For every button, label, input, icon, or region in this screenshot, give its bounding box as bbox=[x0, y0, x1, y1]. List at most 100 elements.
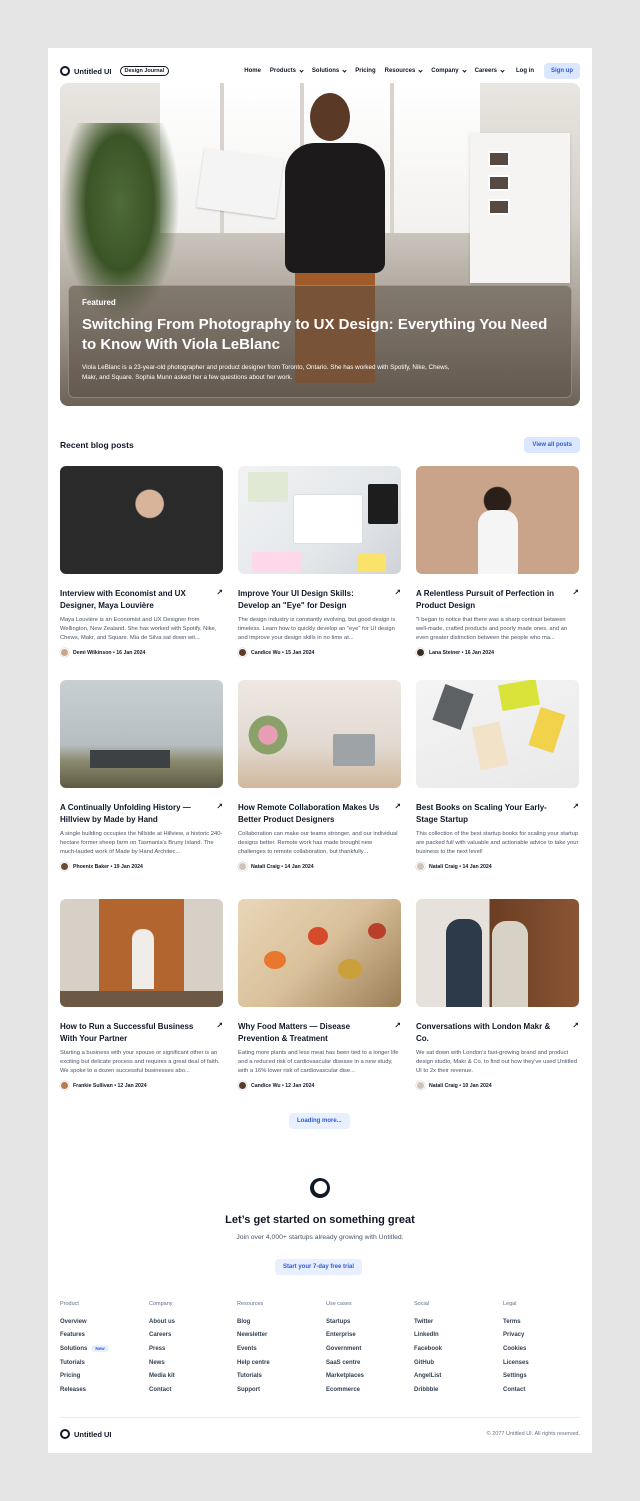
blog-card[interactable]: Conversations with London Makr & Co. ↗ We… bbox=[416, 899, 579, 1090]
blog-card[interactable]: How Remote Collaboration Makes Us Better… bbox=[238, 680, 401, 871]
thumb-block bbox=[368, 484, 398, 524]
blog-card[interactable]: Why Food Matters — Disease Prevention & … bbox=[238, 899, 401, 1090]
footer-link[interactable]: Twitter bbox=[414, 1315, 442, 1329]
footer-link[interactable]: Releases bbox=[60, 1383, 109, 1397]
footer-link[interactable]: LinkedIn bbox=[414, 1329, 442, 1343]
post-author-date: Frankie Sullivan • 12 Jan 2024 bbox=[73, 1082, 147, 1089]
nav-home[interactable]: Home bbox=[244, 68, 261, 74]
footer-heading: Product bbox=[60, 1301, 79, 1307]
blog-card[interactable]: A Relentless Pursuit of Perfection in Pr… bbox=[416, 466, 579, 657]
blog-card[interactable]: Best Books on Scaling Your Early-Stage S… bbox=[416, 680, 579, 871]
blog-card[interactable]: Interview with Economist and UX Designer… bbox=[60, 466, 223, 657]
footer-link[interactable]: Startups bbox=[326, 1315, 364, 1329]
post-title[interactable]: Why Food Matters — Disease Prevention & … bbox=[238, 1021, 386, 1045]
arrow-up-right-icon[interactable]: ↗ bbox=[216, 1021, 223, 1045]
load-more-button[interactable]: Loading more... bbox=[289, 1113, 350, 1129]
footer-link[interactable]: Settings bbox=[503, 1369, 529, 1383]
post-title[interactable]: Conversations with London Makr & Co. bbox=[416, 1021, 564, 1045]
hero-title[interactable]: Switching From Photography to UX Design:… bbox=[82, 315, 558, 355]
view-all-posts-button[interactable]: View all posts bbox=[524, 437, 580, 453]
nav-products[interactable]: Products bbox=[270, 67, 304, 74]
post-title[interactable]: Interview with Economist and UX Designer… bbox=[60, 588, 208, 612]
footer-link[interactable]: Tutorials bbox=[60, 1356, 109, 1370]
avatar bbox=[416, 862, 425, 871]
footer-link[interactable]: Privacy bbox=[503, 1329, 529, 1343]
post-title[interactable]: Best Books on Scaling Your Early-Stage S… bbox=[416, 802, 564, 826]
footer-link[interactable]: AngelList bbox=[414, 1369, 442, 1383]
footer-link[interactable]: News bbox=[149, 1356, 175, 1370]
post-title[interactable]: How Remote Collaboration Makes Us Better… bbox=[238, 802, 386, 826]
blog-card[interactable]: A Continually Unfolding History — Hillvi… bbox=[60, 680, 223, 871]
footer-link[interactable]: Support bbox=[237, 1383, 270, 1397]
arrow-up-right-icon[interactable]: ↗ bbox=[394, 588, 401, 612]
footer-link[interactable]: Solutions New bbox=[60, 1342, 109, 1356]
footer-link[interactable]: Newsletter bbox=[237, 1329, 270, 1343]
avatar bbox=[60, 862, 69, 871]
brand-logo[interactable]: Untitled UI Design Journal bbox=[60, 66, 170, 76]
post-thumbnail bbox=[238, 899, 401, 1007]
avatar bbox=[238, 862, 247, 871]
footer-link[interactable]: Terms bbox=[503, 1315, 529, 1329]
nav-company[interactable]: Company bbox=[431, 67, 467, 74]
arrow-up-right-icon[interactable]: ↗ bbox=[572, 588, 579, 612]
post-title[interactable]: A Relentless Pursuit of Perfection in Pr… bbox=[416, 588, 564, 612]
footer-link[interactable]: GitHub bbox=[414, 1356, 442, 1370]
footer-link[interactable]: Media kit bbox=[149, 1369, 175, 1383]
footer-link[interactable]: Events bbox=[237, 1342, 270, 1356]
avatar bbox=[416, 1081, 425, 1090]
arrow-up-right-icon[interactable]: ↗ bbox=[216, 802, 223, 826]
post-excerpt: Starting a business with your spouse or … bbox=[60, 1050, 220, 1074]
footer-link[interactable]: Ecommerce bbox=[326, 1383, 364, 1397]
signup-button[interactable]: Sign up bbox=[544, 63, 580, 79]
post-title[interactable]: A Continually Unfolding History — Hillvi… bbox=[60, 802, 208, 826]
footer-link[interactable]: Help centre bbox=[237, 1356, 270, 1370]
footer-link[interactable]: Cookies bbox=[503, 1342, 529, 1356]
featured-post-hero[interactable]: Featured Switching From Photography to U… bbox=[60, 83, 580, 406]
blog-card[interactable]: How to Run a Successful Business With Yo… bbox=[60, 899, 223, 1090]
footer-link[interactable]: Blog bbox=[237, 1315, 270, 1329]
thumb-block bbox=[492, 921, 528, 1007]
footer-link[interactable]: Contact bbox=[503, 1383, 529, 1397]
post-thumbnail bbox=[416, 466, 579, 574]
post-title[interactable]: How to Run a Successful Business With Yo… bbox=[60, 1021, 208, 1045]
start-trial-button[interactable]: Start your 7-day free trial bbox=[275, 1259, 363, 1275]
arrow-up-right-icon[interactable]: ↗ bbox=[394, 802, 401, 826]
footer-link[interactable]: Marketplaces bbox=[326, 1369, 364, 1383]
thumb-block bbox=[252, 552, 302, 572]
footer-link[interactable]: Press bbox=[149, 1342, 175, 1356]
thumb-block bbox=[333, 734, 375, 766]
footer-link[interactable]: Enterprise bbox=[326, 1329, 364, 1343]
nav-company-label: Company bbox=[431, 68, 459, 74]
footer-link[interactable]: SaaS centre bbox=[326, 1356, 364, 1370]
footer-link[interactable]: About us bbox=[149, 1315, 175, 1329]
footer-logo[interactable]: Untitled UI bbox=[60, 1429, 112, 1439]
blog-card[interactable]: Improve Your UI Design Skills: Develop a… bbox=[238, 466, 401, 657]
nav-resources[interactable]: Resources bbox=[385, 67, 423, 74]
nav-careers[interactable]: Careers bbox=[475, 67, 505, 74]
thumb-block bbox=[478, 510, 518, 574]
arrow-up-right-icon[interactable]: ↗ bbox=[572, 1021, 579, 1045]
footer-column-legal: Legal Terms Privacy Cookies Licenses Set… bbox=[503, 1301, 529, 1397]
nav-solutions[interactable]: Solutions bbox=[312, 67, 347, 74]
cta-subtitle: Join over 4,000+ startups already growin… bbox=[236, 1234, 404, 1241]
arrow-up-right-icon[interactable]: ↗ bbox=[216, 588, 223, 612]
nav-pricing[interactable]: Pricing bbox=[355, 68, 375, 74]
footer-link[interactable]: Careers bbox=[149, 1329, 175, 1343]
arrow-up-right-icon[interactable]: ↗ bbox=[572, 802, 579, 826]
footer-link[interactable]: Contact bbox=[149, 1383, 175, 1397]
footer-link[interactable]: Facebook bbox=[414, 1342, 442, 1356]
footer-link[interactable]: Features bbox=[60, 1329, 109, 1343]
post-title[interactable]: Improve Your UI Design Skills: Develop a… bbox=[238, 588, 386, 612]
footer-link[interactable]: Pricing bbox=[60, 1369, 109, 1383]
footer-link[interactable]: Tutorials bbox=[237, 1369, 270, 1383]
login-button[interactable]: Log in bbox=[516, 68, 534, 74]
footer-link[interactable]: Government bbox=[326, 1342, 364, 1356]
post-author-date: Natali Craig • 14 Jan 2024 bbox=[429, 863, 492, 870]
footer-heading: Legal bbox=[503, 1301, 517, 1307]
footer-link[interactable]: Overview bbox=[60, 1315, 109, 1329]
footer-link[interactable]: Dribbble bbox=[414, 1383, 442, 1397]
brand-name: Untitled UI bbox=[74, 66, 112, 76]
arrow-up-right-icon[interactable]: ↗ bbox=[394, 1021, 401, 1045]
post-thumbnail bbox=[416, 680, 579, 788]
footer-link[interactable]: Licenses bbox=[503, 1356, 529, 1370]
